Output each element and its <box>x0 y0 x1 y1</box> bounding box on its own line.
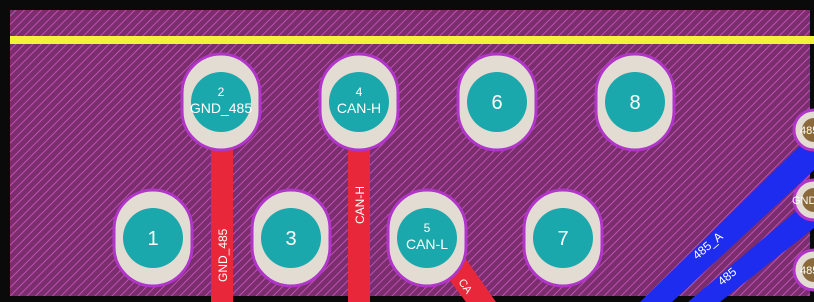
pad-3[interactable]: 3 <box>250 188 332 288</box>
trace-label-gnd-485: GND_485 <box>216 228 230 282</box>
pad-6[interactable]: 6 <box>456 52 538 152</box>
pad-6-number: 6 <box>491 92 502 114</box>
pad-5-net: CAN-L <box>406 236 448 252</box>
pcb-layout-view: 485 GND 485 GND_485 CAN-H CA 485_A 485 2… <box>0 0 814 302</box>
pad-1-number: 1 <box>147 228 158 250</box>
trace-label-can-h: CAN-H <box>353 186 367 224</box>
pad-8[interactable]: 8 <box>594 52 676 152</box>
right-pad-label-bottom: 485 <box>800 265 814 277</box>
pad-2-net: GND_485 <box>190 100 252 116</box>
pad-4[interactable]: 4 CAN-H <box>318 52 400 152</box>
pad-4-net: CAN-H <box>337 100 381 116</box>
pad-1[interactable]: 1 <box>112 188 194 288</box>
pad-4-number: 4 <box>356 85 363 99</box>
pad-3-number: 3 <box>285 228 296 250</box>
pad-2[interactable]: 2 GND_485 <box>180 52 262 152</box>
pad-7[interactable]: 7 <box>522 188 604 288</box>
pad-5[interactable]: 5 CAN-L <box>386 188 468 288</box>
pad-5-number: 5 <box>424 221 431 235</box>
right-pad-label-top: 485 <box>800 125 814 137</box>
right-pad-label-middle: GND <box>792 195 814 207</box>
pad-7-number: 7 <box>557 228 568 250</box>
pad-2-number: 2 <box>218 85 225 99</box>
edge-trace-yellow[interactable] <box>10 36 814 44</box>
pad-8-number: 8 <box>629 92 640 114</box>
